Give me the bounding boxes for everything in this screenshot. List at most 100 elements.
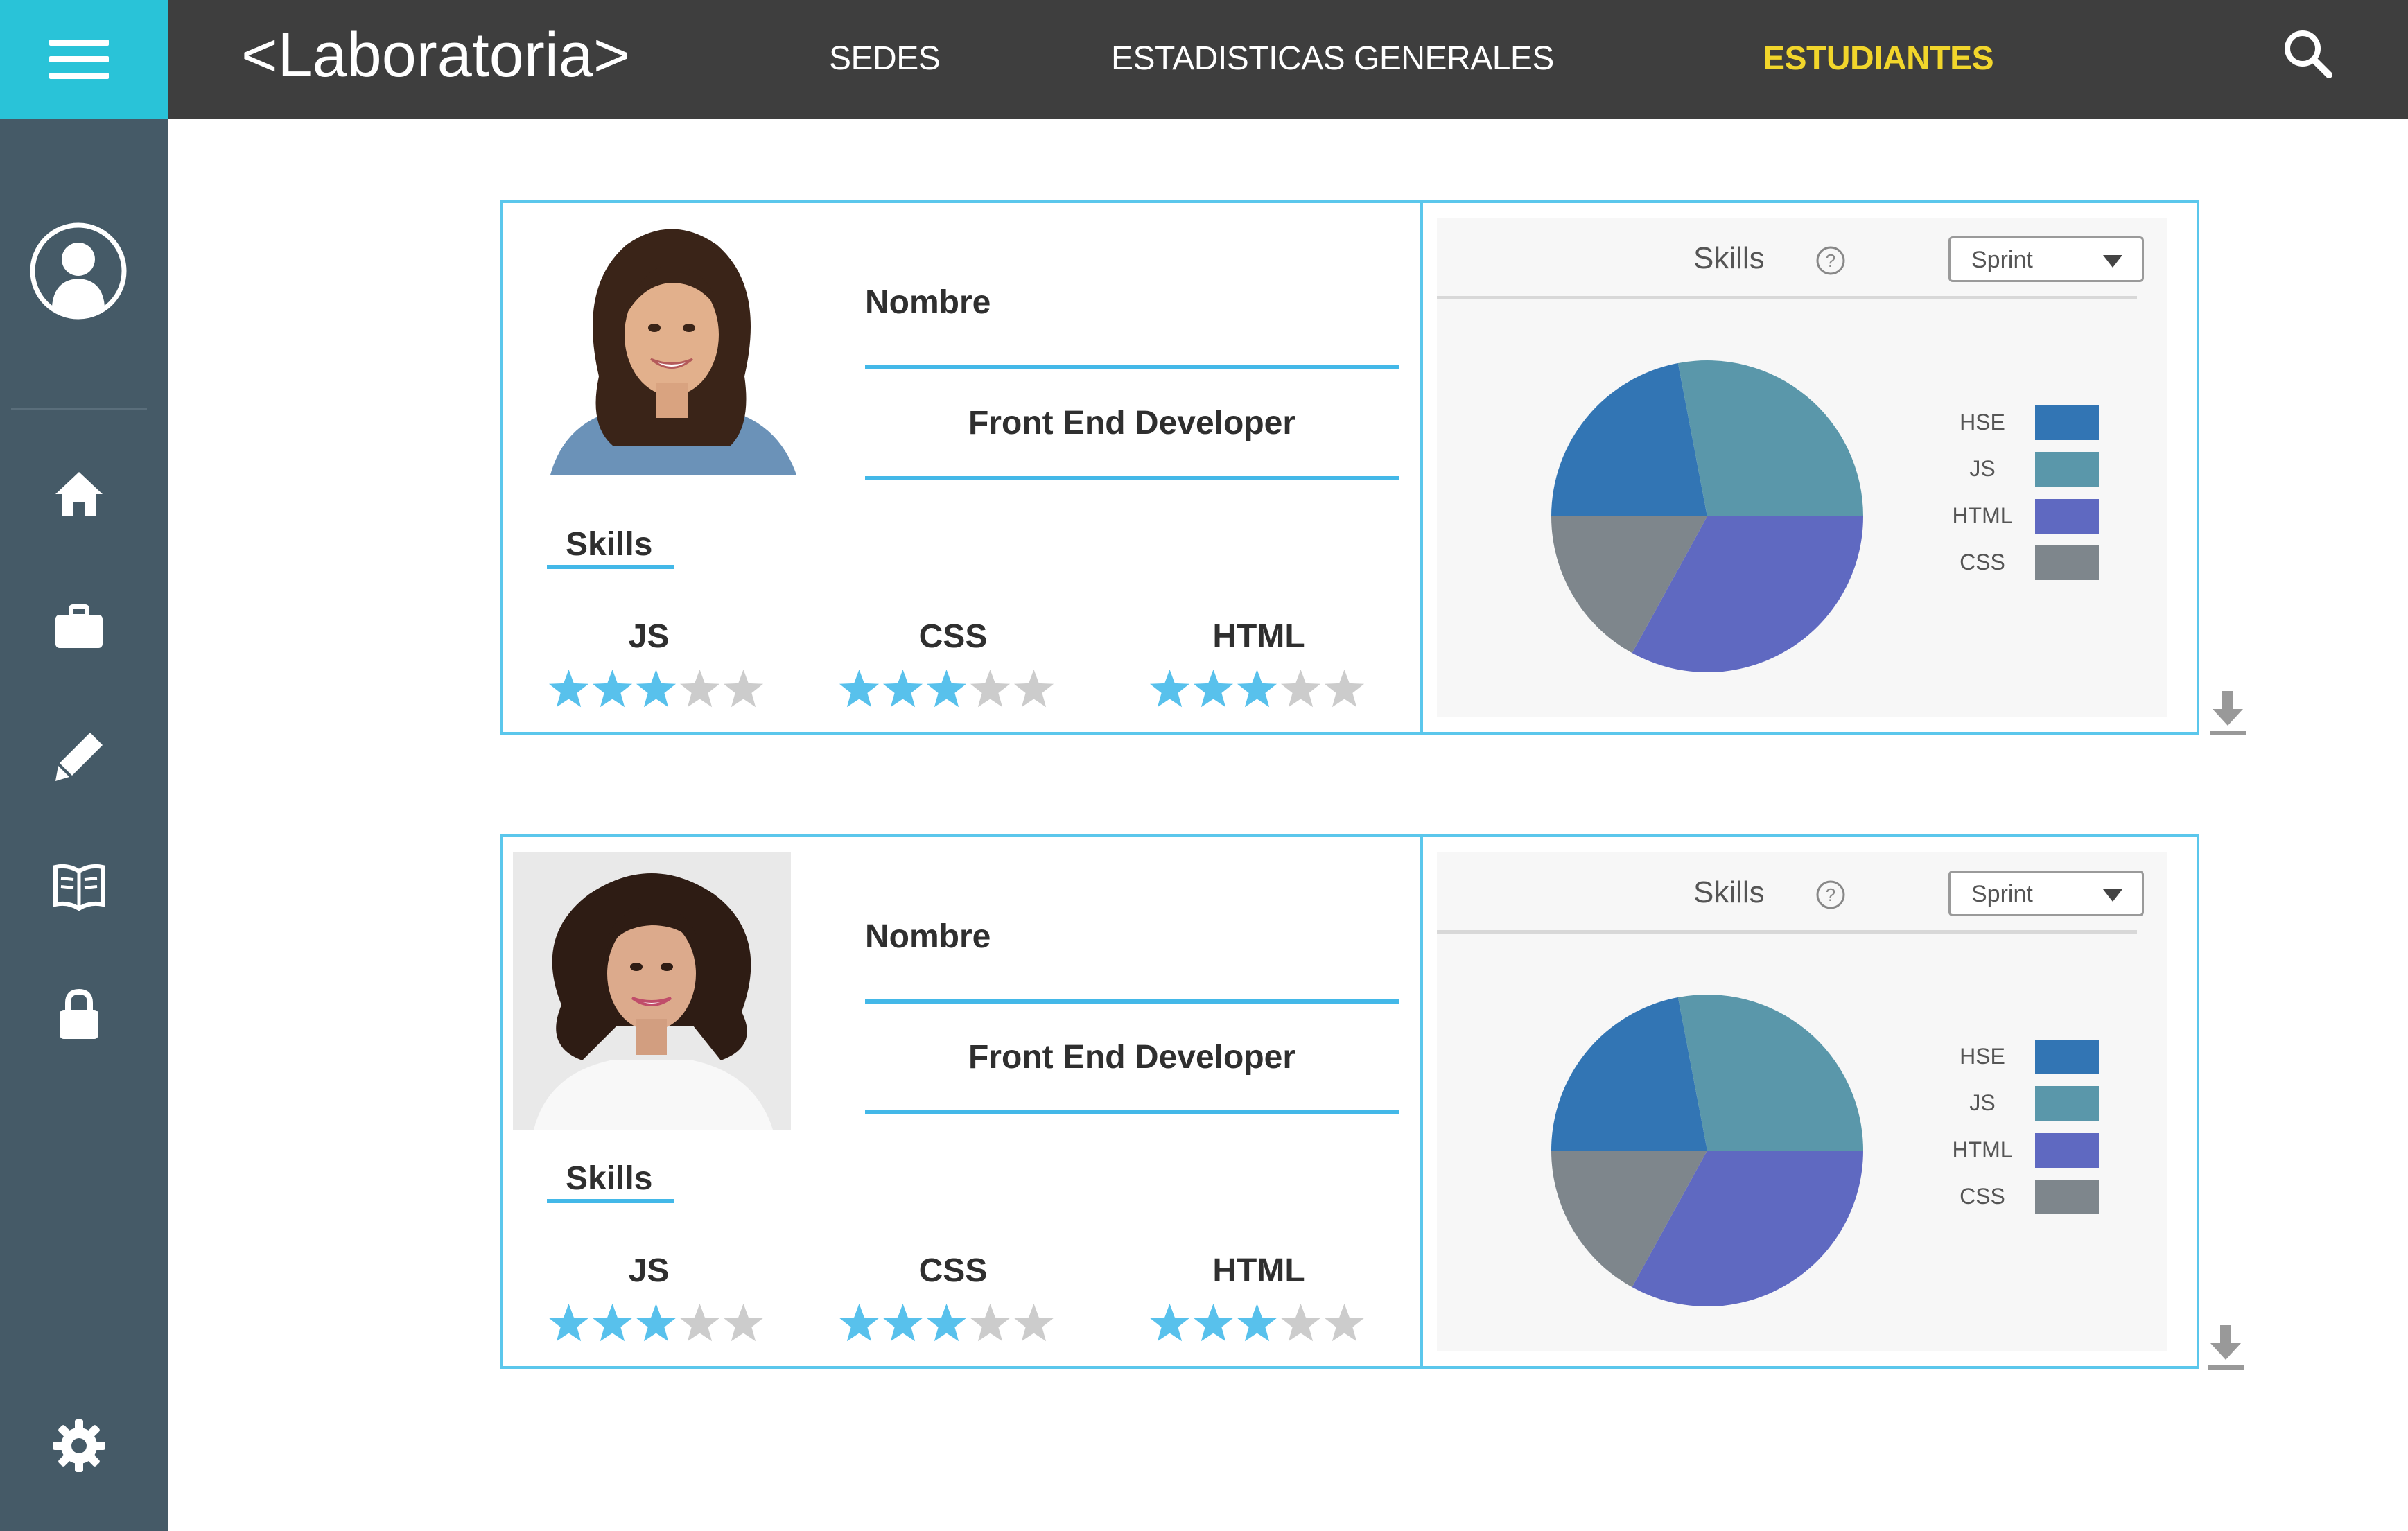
star-filled-icon[interactable] bbox=[634, 666, 678, 712]
search-icon[interactable] bbox=[2280, 26, 2336, 82]
star-filled-icon[interactable] bbox=[881, 1300, 925, 1346]
skills-chart-panel: Skills ? Sprint HSE JS HTML CSS bbox=[1437, 218, 2167, 717]
menu-line bbox=[49, 56, 109, 62]
legend-label: JS bbox=[1969, 1090, 1996, 1115]
star-filled-icon[interactable] bbox=[925, 1300, 968, 1346]
skills-chart-panel: Skills ? Sprint HSE JS HTML CSS bbox=[1437, 852, 2167, 1351]
star-empty-icon[interactable] bbox=[1012, 666, 1056, 712]
star-rating-css[interactable] bbox=[837, 666, 1056, 715]
hamburger-menu-button[interactable] bbox=[0, 0, 168, 119]
name-underline bbox=[865, 365, 1399, 369]
star-empty-icon[interactable] bbox=[722, 666, 765, 712]
star-empty-icon[interactable] bbox=[1279, 1300, 1323, 1346]
sidebar-divider bbox=[11, 408, 147, 410]
legend-swatch bbox=[2035, 1086, 2099, 1121]
skills-underline bbox=[547, 1199, 674, 1203]
legend-label: JS bbox=[1969, 456, 1996, 481]
pencil-icon[interactable] bbox=[50, 727, 108, 785]
star-filled-icon[interactable] bbox=[1192, 666, 1235, 712]
student-name-label: Nombre bbox=[865, 284, 991, 321]
star-rating-html[interactable] bbox=[1148, 666, 1366, 715]
nav-item-sedes[interactable]: SEDES bbox=[829, 28, 941, 90]
star-empty-icon[interactable] bbox=[722, 1300, 765, 1346]
star-filled-icon[interactable] bbox=[591, 666, 634, 712]
star-filled-icon[interactable] bbox=[1235, 666, 1279, 712]
home-icon[interactable] bbox=[50, 465, 108, 523]
star-empty-icon[interactable] bbox=[1323, 1300, 1366, 1346]
download-icon[interactable] bbox=[2206, 1322, 2245, 1372]
skill-name-html: HTML bbox=[1212, 618, 1305, 655]
sprint-select[interactable]: Sprint bbox=[1948, 871, 2144, 916]
help-icon[interactable]: ? bbox=[1815, 879, 1847, 911]
chevron-down-icon bbox=[2103, 889, 2122, 902]
sidebar bbox=[0, 119, 168, 1531]
pie-slice-js bbox=[1677, 995, 1863, 1151]
legend-swatch bbox=[2035, 452, 2099, 487]
user-avatar-icon[interactable] bbox=[28, 220, 129, 322]
chart-title: Skills bbox=[1693, 241, 1765, 275]
legend-swatch bbox=[2035, 1180, 2099, 1214]
star-filled-icon[interactable] bbox=[881, 666, 925, 712]
star-empty-icon[interactable] bbox=[968, 1300, 1012, 1346]
card-divider bbox=[1420, 837, 1423, 1366]
skill-name-js: JS bbox=[628, 618, 670, 655]
legend-label: HTML bbox=[1952, 1137, 2013, 1162]
gear-icon[interactable] bbox=[50, 1417, 108, 1475]
skill-name-js: JS bbox=[628, 1252, 670, 1289]
star-empty-icon[interactable] bbox=[678, 666, 722, 712]
menu-line bbox=[49, 40, 109, 46]
help-icon[interactable]: ? bbox=[1815, 245, 1847, 277]
legend-label: HTML bbox=[1952, 503, 2013, 528]
star-rating-css[interactable] bbox=[837, 1300, 1056, 1349]
legend-swatch bbox=[2035, 1040, 2099, 1074]
sprint-select[interactable]: Sprint bbox=[1948, 236, 2144, 282]
legend-label: HSE bbox=[1960, 1044, 2005, 1069]
legend-swatch bbox=[2035, 545, 2099, 580]
download-icon[interactable] bbox=[2208, 688, 2247, 738]
legend-swatch bbox=[2035, 405, 2099, 440]
star-filled-icon[interactable] bbox=[547, 666, 591, 712]
star-filled-icon[interactable] bbox=[1235, 1300, 1279, 1346]
briefcase-icon[interactable] bbox=[50, 597, 108, 655]
chart-header-rule bbox=[1437, 930, 2137, 934]
chevron-down-icon bbox=[2103, 255, 2122, 268]
star-filled-icon[interactable] bbox=[837, 666, 881, 712]
skill-name-css: CSS bbox=[918, 1252, 988, 1289]
card-divider bbox=[1420, 203, 1423, 732]
nav-item-estadisticas-generales[interactable]: ESTADISTICAS GENERALES bbox=[1111, 28, 1554, 90]
student-card: Nombre Front End Developer Skills JS CSS… bbox=[500, 834, 2199, 1369]
skills-section-title: Skills bbox=[566, 1160, 653, 1197]
svg-text:?: ? bbox=[1826, 884, 1835, 905]
chart-title: Skills bbox=[1693, 875, 1765, 909]
star-rating-js[interactable] bbox=[547, 1300, 765, 1349]
legend-label: CSS bbox=[1960, 1184, 2005, 1209]
star-filled-icon[interactable] bbox=[925, 666, 968, 712]
star-empty-icon[interactable] bbox=[678, 1300, 722, 1346]
skills-pie-chart bbox=[1551, 995, 1863, 1306]
star-filled-icon[interactable] bbox=[837, 1300, 881, 1346]
star-filled-icon[interactable] bbox=[1192, 1300, 1235, 1346]
star-filled-icon[interactable] bbox=[1148, 666, 1192, 712]
brand-logo[interactable]: <Laboratoria> bbox=[241, 14, 629, 97]
star-filled-icon[interactable] bbox=[547, 1300, 591, 1346]
star-filled-icon[interactable] bbox=[634, 1300, 678, 1346]
star-rating-js[interactable] bbox=[547, 666, 765, 715]
student-photo bbox=[513, 852, 791, 1130]
star-empty-icon[interactable] bbox=[968, 666, 1012, 712]
star-empty-icon[interactable] bbox=[1323, 666, 1366, 712]
star-filled-icon[interactable] bbox=[1148, 1300, 1192, 1346]
top-bar: <Laboratoria> SEDES ESTADISTICAS GENERAL… bbox=[0, 0, 2408, 119]
chart-header-rule bbox=[1437, 296, 2137, 299]
legend-label: HSE bbox=[1960, 410, 2005, 435]
book-icon[interactable] bbox=[50, 857, 108, 916]
name-underline bbox=[865, 999, 1399, 1004]
star-empty-icon[interactable] bbox=[1279, 666, 1323, 712]
svg-text:?: ? bbox=[1826, 250, 1835, 271]
star-empty-icon[interactable] bbox=[1012, 1300, 1056, 1346]
lock-icon[interactable] bbox=[50, 985, 108, 1043]
pie-slice-js bbox=[1677, 360, 1863, 516]
star-filled-icon[interactable] bbox=[591, 1300, 634, 1346]
nav-item-estudiantes[interactable]: ESTUDIANTES bbox=[1763, 28, 1994, 90]
app-root: <Laboratoria> SEDES ESTADISTICAS GENERAL… bbox=[0, 0, 2408, 1531]
star-rating-html[interactable] bbox=[1148, 1300, 1366, 1349]
